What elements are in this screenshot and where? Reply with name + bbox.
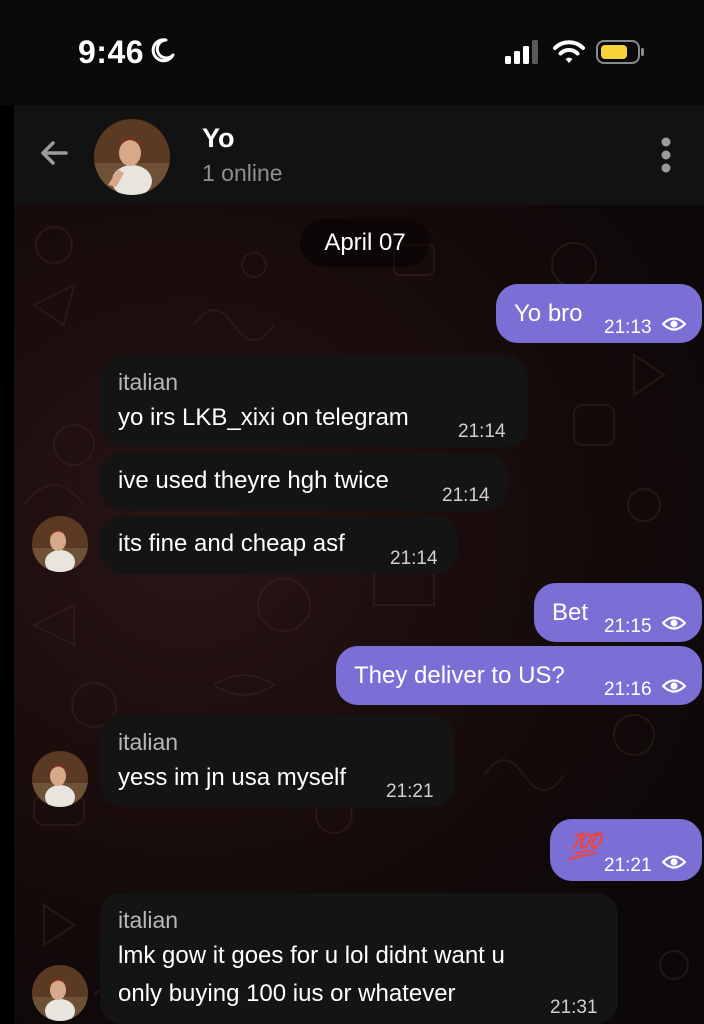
message-incoming[interactable]: its fine and cheap asf 21:14 (100, 516, 458, 574)
message-text-line-2: only buying 100 ius or whatever (118, 980, 456, 1007)
more-vertical-icon[interactable] (654, 135, 678, 175)
message-text-line-1: lmk gow it goes for u lol didnt want u (118, 942, 505, 969)
avatar[interactable] (32, 516, 88, 572)
date-separator: April 07 (300, 219, 430, 267)
message-outgoing[interactable]: Yo bro 21:13 (496, 284, 702, 343)
signal-icon (505, 40, 538, 64)
sender-name: italian (118, 907, 179, 933)
message-incoming[interactable]: italian yess im jn usa myself 21:21 (100, 715, 454, 807)
message-time: 21:31 (550, 997, 598, 1018)
seen-eye-icon (662, 317, 686, 331)
message-time: 21:14 (458, 421, 506, 442)
wifi-icon (553, 40, 585, 63)
message-outgoing[interactable]: Bet 21:15 (534, 583, 702, 642)
chat-title: Yo (202, 123, 235, 153)
message-outgoing[interactable]: They deliver to US? 21:16 (336, 646, 702, 705)
message-text: Yo bro (514, 300, 583, 327)
message-time: 21:14 (442, 485, 490, 506)
status-bar: 9:46 (0, 0, 704, 105)
back-arrow-icon[interactable] (36, 135, 72, 171)
seen-eye-icon (662, 855, 686, 869)
chat-area[interactable]: April 07 Yo bro 21:13 italian yo irs LKB… (14, 205, 704, 1024)
message-outgoing[interactable]: 💯 21:21 (550, 819, 702, 881)
battery-icon (596, 40, 644, 64)
message-text: yo irs LKB_xixi on telegram (118, 404, 409, 431)
message-time: 21:15 (604, 616, 652, 637)
status-time: 9:46 (78, 34, 145, 70)
seen-eye-icon (662, 616, 686, 630)
avatar[interactable] (32, 751, 88, 807)
avatar[interactable] (32, 965, 88, 1021)
chat-header: Yo 1 online (14, 105, 704, 205)
message-incoming[interactable]: italian lmk gow it goes for u lol didnt … (100, 893, 618, 1024)
message-time: 21:13 (604, 317, 652, 338)
message-time: 21:16 (604, 679, 652, 700)
message-text: its fine and cheap asf (118, 530, 345, 557)
avatar[interactable] (94, 119, 170, 195)
seen-eye-icon (662, 679, 686, 693)
message-time: 21:14 (390, 548, 438, 569)
moon-icon (151, 38, 175, 63)
message-time: 21:21 (604, 855, 652, 876)
message-text: They deliver to US? (354, 662, 565, 689)
left-edge (0, 105, 14, 1024)
message-incoming[interactable]: italian yo irs LKB_xixi on telegram 21:1… (100, 355, 528, 447)
sender-name: italian (118, 369, 179, 395)
sender-name: italian (118, 729, 179, 755)
message-text: yess im jn usa myself (118, 764, 347, 791)
message-incoming[interactable]: ive used theyre hgh twice 21:14 (100, 453, 508, 511)
chat-subtitle: 1 online (202, 160, 283, 186)
message-text: ive used theyre hgh twice (118, 467, 389, 494)
message-text: 💯 (568, 831, 601, 861)
message-text: Bet (552, 599, 589, 626)
message-time: 21:21 (386, 781, 434, 802)
